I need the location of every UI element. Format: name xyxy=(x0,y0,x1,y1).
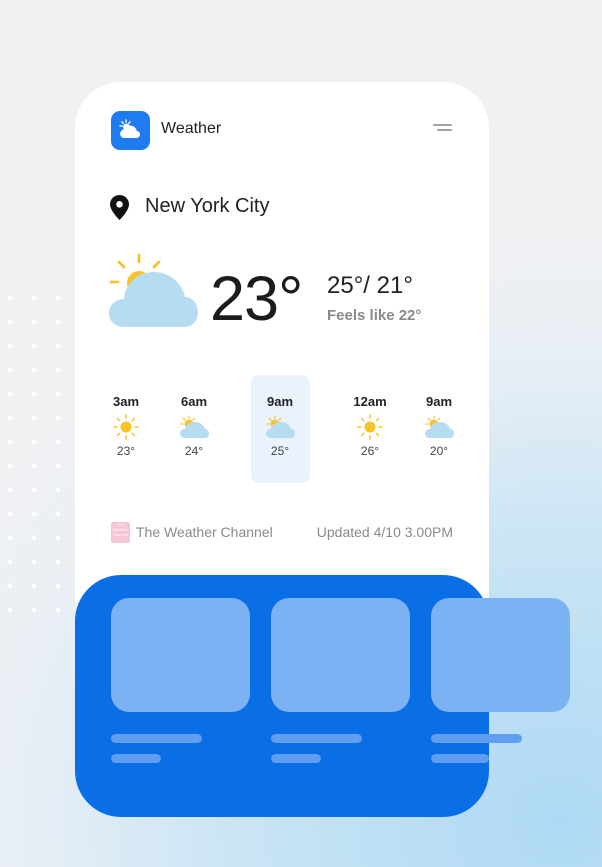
placeholder-line xyxy=(431,754,489,763)
hour-temp: 20° xyxy=(429,444,449,458)
placeholder-card[interactable] xyxy=(111,598,250,712)
placeholder-line xyxy=(271,734,362,743)
hour-temp: 25° xyxy=(270,444,290,458)
hour-time: 3am xyxy=(112,394,140,409)
current-temperature: 23° xyxy=(210,264,303,334)
placeholder-line xyxy=(111,754,161,763)
updated-time: Updated 4/10 3.00PM xyxy=(316,524,453,540)
hourly-item[interactable]: 3am 23° xyxy=(96,394,156,458)
hourly-item-selected[interactable]: 9am 25° xyxy=(250,394,310,458)
partly-cloudy-icon xyxy=(250,412,310,442)
hourly-item[interactable]: 9am 20° xyxy=(409,394,469,458)
hour-time: 9am xyxy=(425,394,453,409)
app-icon xyxy=(111,111,150,150)
weather-channel-logo: The Weather Channel xyxy=(111,522,130,543)
hourly-item[interactable]: 12am 26° xyxy=(340,394,400,458)
hour-time: 9am xyxy=(266,394,294,409)
partly-cloudy-icon xyxy=(409,412,469,442)
weather-card xyxy=(75,82,489,642)
sun-icon xyxy=(96,412,156,442)
data-source[interactable]: The Weather Channel xyxy=(136,524,273,540)
placeholder-card[interactable] xyxy=(271,598,410,712)
partly-cloudy-icon xyxy=(119,119,141,138)
hour-time: 6am xyxy=(180,394,208,409)
placeholder-line xyxy=(271,754,321,763)
location-pin-icon xyxy=(110,195,129,225)
hour-time: 12am xyxy=(353,394,387,409)
placeholder-line xyxy=(431,734,522,743)
logo-text: The Weather Channel xyxy=(112,522,129,537)
high-low-temperature: 25°/ 21° xyxy=(327,272,413,299)
hourly-item[interactable]: 6am 24° xyxy=(164,394,224,458)
hour-temp: 23° xyxy=(116,444,136,458)
hour-temp: 24° xyxy=(184,444,204,458)
placeholder-card[interactable] xyxy=(431,598,570,712)
location-name[interactable]: New York City xyxy=(145,195,270,218)
hour-temp: 26° xyxy=(360,444,380,458)
feels-like-text: Feels like 22° xyxy=(327,307,422,324)
placeholder-line xyxy=(111,734,202,743)
menu-icon[interactable] xyxy=(433,124,453,134)
current-weather-icon xyxy=(108,252,200,333)
app-title: Weather xyxy=(161,120,222,137)
decorative-dot-grid xyxy=(0,286,80,616)
partly-cloudy-icon xyxy=(164,412,224,442)
sun-icon xyxy=(340,412,400,442)
